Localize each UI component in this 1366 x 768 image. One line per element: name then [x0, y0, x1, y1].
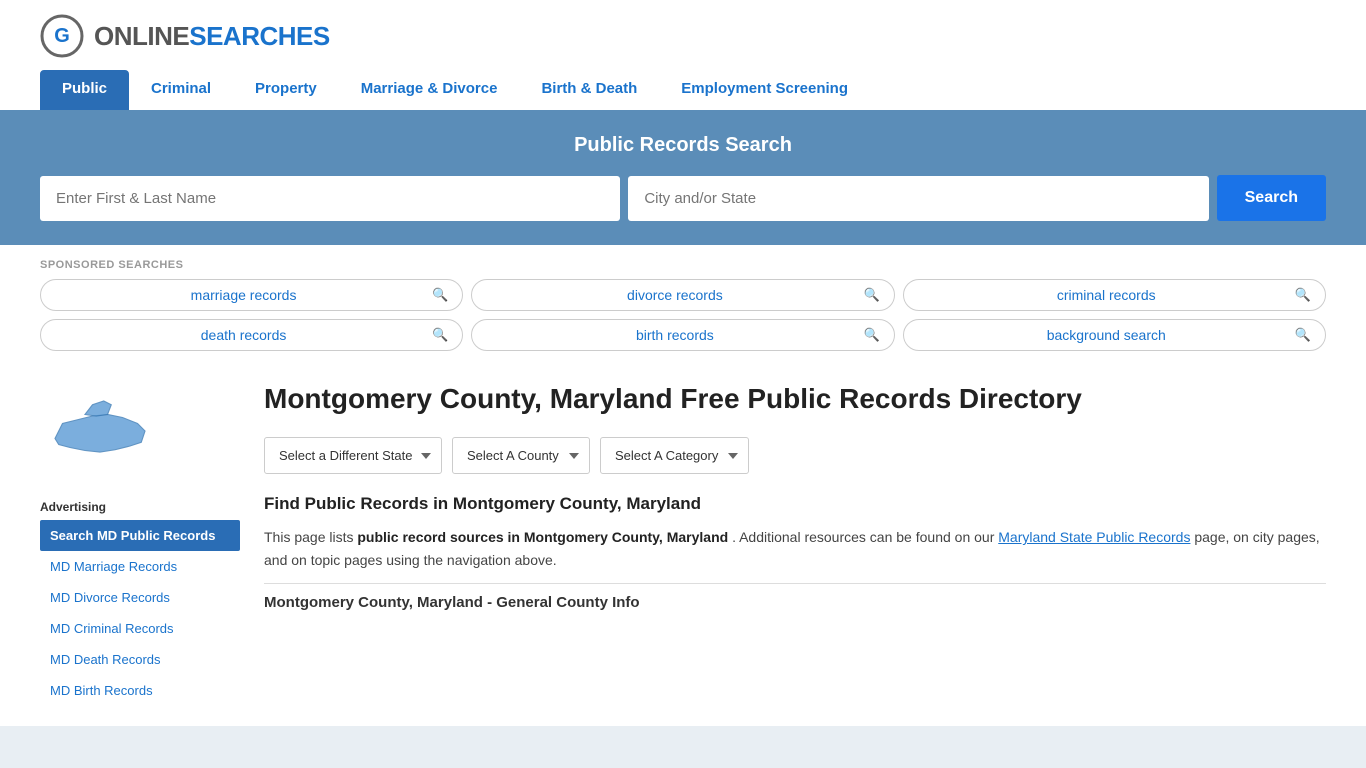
sidebar-ad-marriage[interactable]: MD Marriage Records [40, 551, 240, 582]
nav-marriage-divorce[interactable]: Marriage & Divorce [339, 70, 520, 110]
intro-text-mid: . Additional resources can be found on o… [732, 529, 994, 545]
logo: G ONLINE SEARCHES [40, 14, 1326, 58]
search-icon-2: 🔍 [863, 287, 879, 303]
search-form: Search [40, 175, 1326, 221]
nav-public[interactable]: Public [40, 70, 129, 110]
sponsored-pill-background-text: background search [918, 327, 1295, 343]
sponsored-pill-divorce[interactable]: divorce records 🔍 [471, 279, 894, 311]
category-select[interactable]: Select A Category [600, 437, 749, 474]
sidebar-ad-search-md[interactable]: Search MD Public Records [40, 520, 240, 551]
find-records-heading: Find Public Records in Montgomery County… [264, 494, 1326, 514]
nav-birth-death[interactable]: Birth & Death [519, 70, 659, 110]
sponsored-pill-birth-text: birth records [486, 327, 863, 343]
intro-paragraph: This page lists public record sources in… [264, 526, 1326, 571]
main-content: Advertising Search MD Public Records MD … [0, 361, 1366, 726]
sponsored-pill-death[interactable]: death records 🔍 [40, 319, 463, 351]
page-title: Montgomery County, Maryland Free Public … [264, 381, 1326, 417]
sponsored-pill-background[interactable]: background search 🔍 [903, 319, 1326, 351]
county-select[interactable]: Select A County [452, 437, 590, 474]
sidebar-ad-birth[interactable]: MD Birth Records [40, 675, 240, 706]
sponsored-pill-death-text: death records [55, 327, 432, 343]
sponsored-pill-divorce-text: divorce records [486, 287, 863, 303]
nav-property[interactable]: Property [233, 70, 339, 110]
intro-bold-text: public record sources in Montgomery Coun… [357, 529, 728, 545]
sponsored-pill-marriage[interactable]: marriage records 🔍 [40, 279, 463, 311]
sidebar-ad-criminal[interactable]: MD Criminal Records [40, 613, 240, 644]
sidebar: Advertising Search MD Public Records MD … [40, 381, 240, 706]
search-button[interactable]: Search [1217, 175, 1326, 221]
sponsored-pill-criminal-text: criminal records [918, 287, 1295, 303]
nav-employment[interactable]: Employment Screening [659, 70, 870, 110]
search-banner: Public Records Search Search [0, 110, 1366, 245]
sidebar-ad-death[interactable]: MD Death Records [40, 644, 240, 675]
svg-text:G: G [54, 25, 70, 47]
logo-online-text: ONLINE [94, 21, 189, 52]
filter-dropdowns: Select a Different State Select A County… [264, 437, 1326, 474]
sponsored-section: SPONSORED SEARCHES marriage records 🔍 di… [0, 245, 1366, 351]
sponsored-label: SPONSORED SEARCHES [40, 259, 1326, 271]
sidebar-ad-divorce[interactable]: MD Divorce Records [40, 582, 240, 613]
state-records-link[interactable]: Maryland State Public Records [998, 529, 1190, 545]
nav-criminal[interactable]: Criminal [129, 70, 233, 110]
sponsored-grid: marriage records 🔍 divorce records 🔍 cri… [40, 279, 1326, 351]
main-nav: Public Criminal Property Marriage & Divo… [40, 70, 1326, 110]
state-select[interactable]: Select a Different State [264, 437, 442, 474]
search-icon-3: 🔍 [1295, 287, 1311, 303]
advertising-label: Advertising [40, 500, 240, 514]
county-info-heading: Montgomery County, Maryland - General Co… [264, 584, 1326, 611]
name-input[interactable] [40, 176, 620, 221]
logo-searches-text: SEARCHES [189, 21, 329, 52]
maryland-map [40, 381, 240, 484]
intro-text-start: This page lists [264, 529, 353, 545]
search-icon-4: 🔍 [432, 327, 448, 343]
search-icon-1: 🔍 [432, 287, 448, 303]
logo-icon: G [40, 14, 84, 58]
sponsored-pill-criminal[interactable]: criminal records 🔍 [903, 279, 1326, 311]
content-area: Montgomery County, Maryland Free Public … [264, 381, 1326, 706]
sponsored-pill-birth[interactable]: birth records 🔍 [471, 319, 894, 351]
sponsored-pill-marriage-text: marriage records [55, 287, 432, 303]
search-icon-6: 🔍 [1295, 327, 1311, 343]
location-input[interactable] [628, 176, 1208, 221]
search-icon-5: 🔍 [863, 327, 879, 343]
search-banner-title: Public Records Search [40, 134, 1326, 157]
